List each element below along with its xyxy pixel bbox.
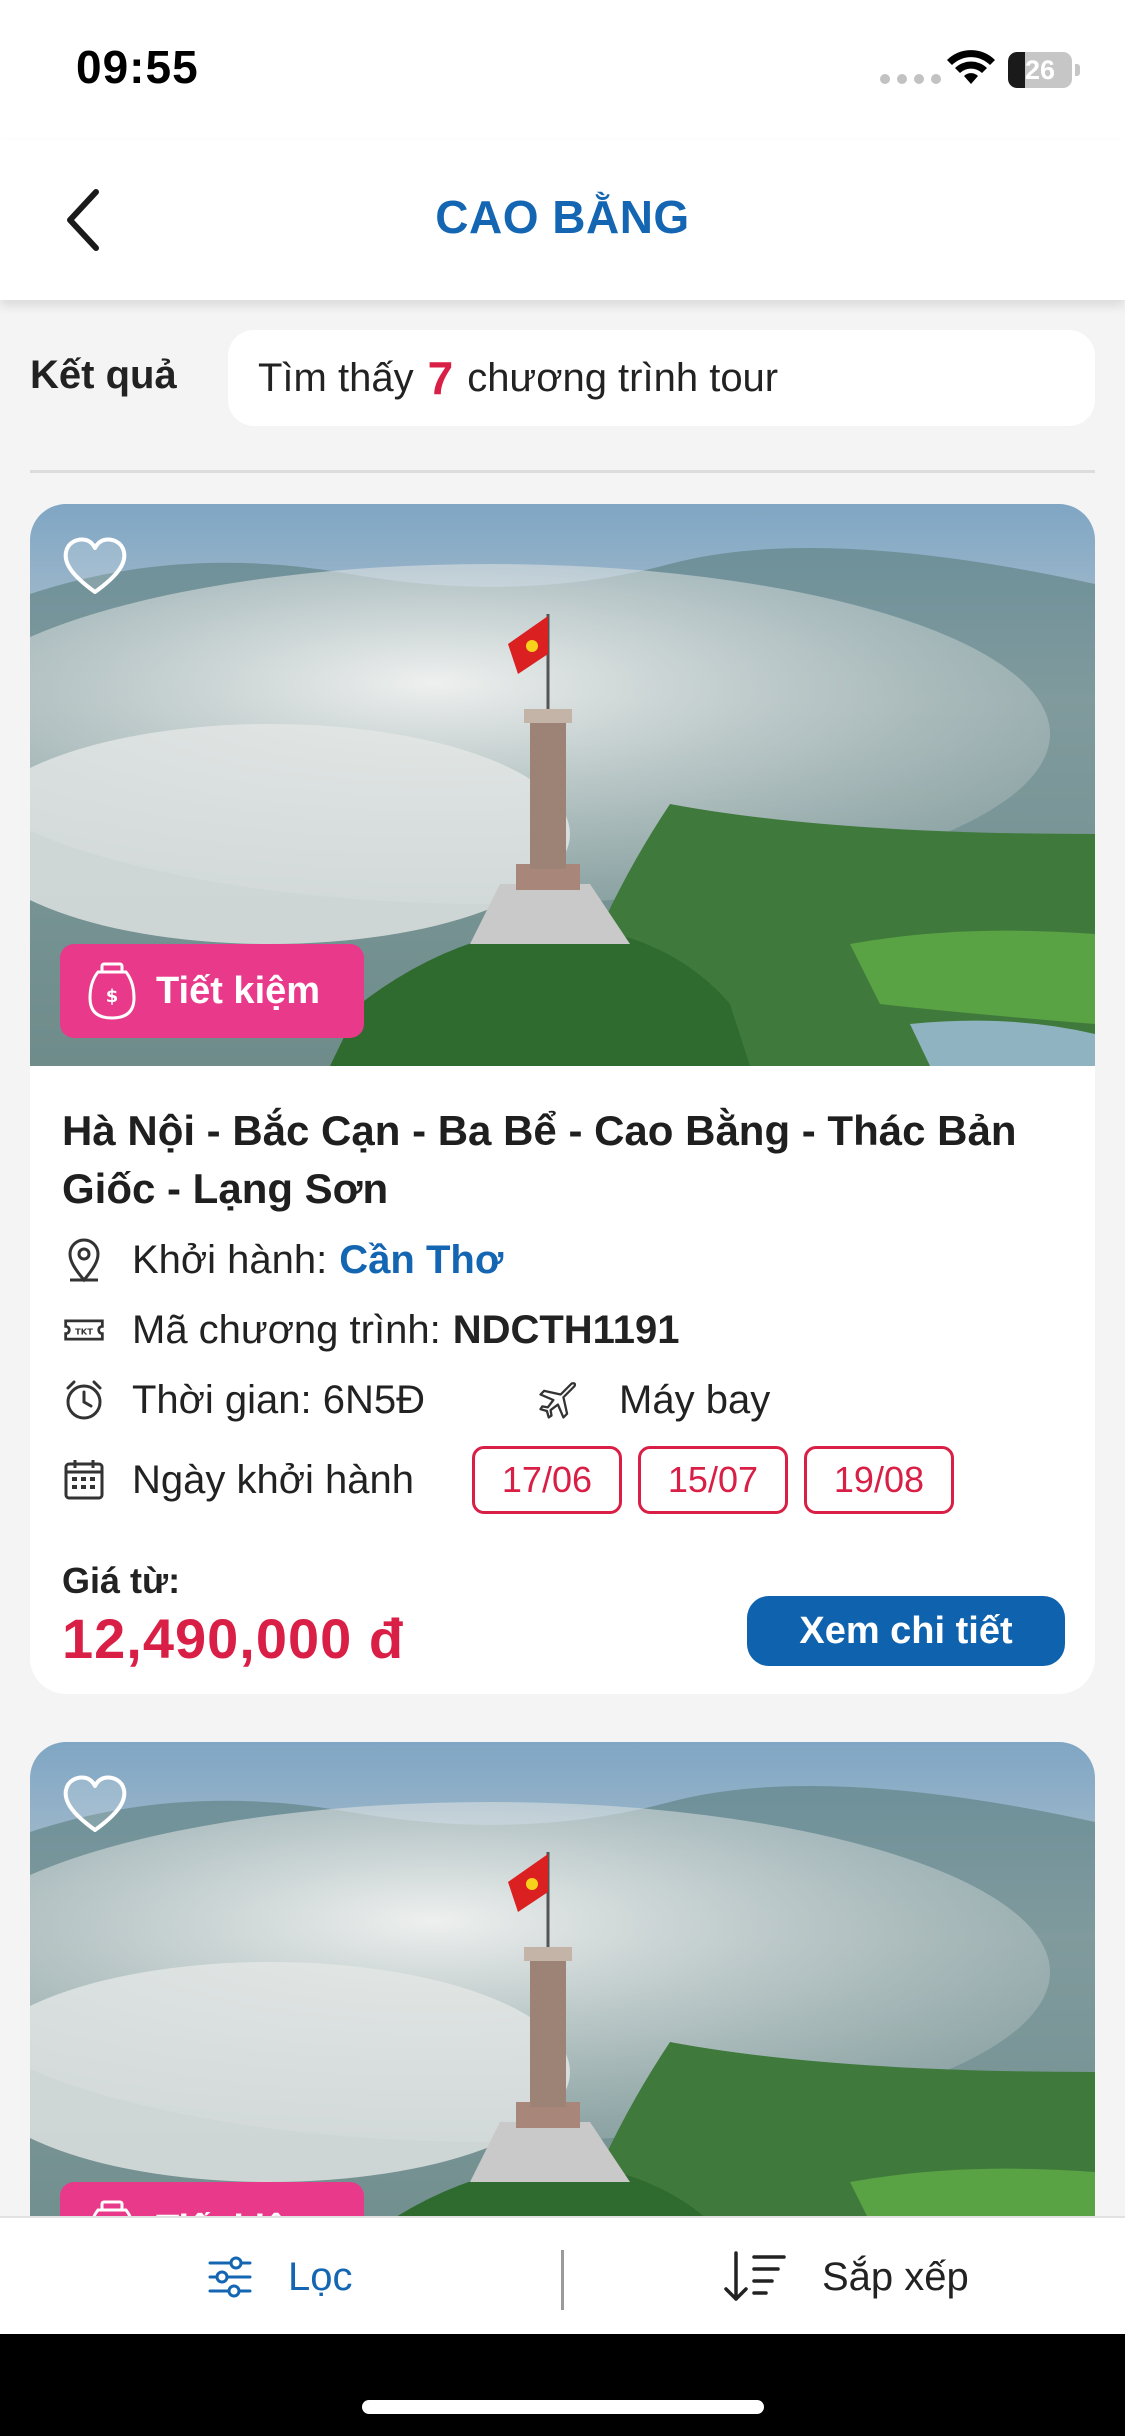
result-label: Kết quả	[30, 353, 177, 397]
date-chip[interactable]: 15/07	[637, 1446, 788, 1514]
money-jar-icon: $	[88, 962, 136, 1020]
heart-icon[interactable]	[60, 1772, 130, 1836]
home-indicator[interactable]	[362, 2400, 764, 2414]
transport-info: Máy bay	[535, 1376, 770, 1424]
departure-label: Khởi hành:	[132, 1237, 328, 1282]
dates-label: Ngày khởi hành	[132, 1457, 414, 1502]
home-indicator-area	[0, 2334, 1125, 2436]
promo-badge: $ Tiết kiệm	[60, 944, 364, 1038]
bottom-divider	[561, 2250, 564, 2310]
signal-icon	[880, 74, 941, 84]
departure-dates-row: Ngày khởi hành 17/06 15/07 19/08	[62, 1444, 1063, 1516]
program-code-label: Mã chương trình:	[132, 1307, 441, 1352]
status-time: 09:55	[76, 41, 199, 93]
date-chip[interactable]: 17/06	[471, 1446, 622, 1514]
departure-row: Khởi hành: Cần Thơ	[62, 1232, 1063, 1288]
svg-text:TKT: TKT	[75, 1327, 93, 1337]
tour-details: Hà Nội - Bắc Cạn - Ba Bể - Cao Bằng - Th…	[30, 1066, 1095, 1671]
departure-city: Cần Thơ	[339, 1237, 504, 1282]
promo-badge-label: Tiết kiệm	[156, 969, 321, 1012]
header: CAO BẰNG	[0, 140, 1125, 300]
filter-button[interactable]: Lọc	[206, 2218, 353, 2336]
ticket-icon: TKT	[64, 1319, 104, 1341]
location-pin-icon	[68, 1238, 100, 1283]
sliders-icon	[208, 2256, 252, 2298]
heart-icon[interactable]	[60, 534, 130, 598]
date-chips: 17/06 15/07 19/08	[471, 1446, 954, 1514]
tour-name[interactable]: Hà Nội - Bắc Cạn - Ba Bể - Cao Bằng - Th…	[62, 1102, 1052, 1218]
result-count: 7	[427, 352, 454, 404]
sort-button[interactable]: Sắp xếp	[722, 2218, 969, 2336]
sort-icon	[724, 2251, 786, 2301]
airplane-icon	[539, 1382, 577, 1419]
sort-label: Sắp xếp	[822, 2254, 969, 2299]
svg-text:$: $	[106, 986, 119, 1007]
transport-mode: Máy bay	[619, 1377, 771, 1422]
tour-card[interactable]: $ Tiết kiệm Hà Nội - Bắc Cạn - Ba Bể - C…	[30, 504, 1095, 1694]
duration: Thời gian: 6N5Đ	[132, 1377, 426, 1422]
result-summary: Tìm thấy 7 chương trình tour	[228, 330, 1095, 426]
date-chip[interactable]: 19/08	[803, 1446, 954, 1514]
program-code: NDCTH1191	[452, 1307, 680, 1352]
result-suffix: chương trình tour	[467, 355, 779, 400]
filter-label: Lọc	[288, 2254, 353, 2299]
battery-icon: 26	[1008, 52, 1080, 88]
battery-level: 26	[1024, 55, 1056, 85]
page-title: CAO BẰNG	[435, 191, 690, 243]
wifi-icon	[947, 50, 995, 84]
duration-row: Thời gian: 6N5Đ Máy bay	[62, 1372, 1063, 1428]
alarm-clock-icon	[66, 1380, 102, 1420]
result-prefix: Tìm thấy	[258, 355, 414, 400]
bottom-action-bar: Lọc Sắp xếp	[0, 2216, 1125, 2334]
divider	[30, 470, 1095, 473]
program-code-row: TKT Mã chương trình: NDCTH1191	[62, 1302, 1063, 1358]
calendar-icon	[64, 1460, 104, 1500]
tour-image[interactable]: $ Tiết kiệm	[30, 504, 1095, 1066]
status-bar: 09:55 26	[0, 0, 1125, 140]
view-details-button[interactable]: Xem chi tiết	[747, 1596, 1065, 1666]
